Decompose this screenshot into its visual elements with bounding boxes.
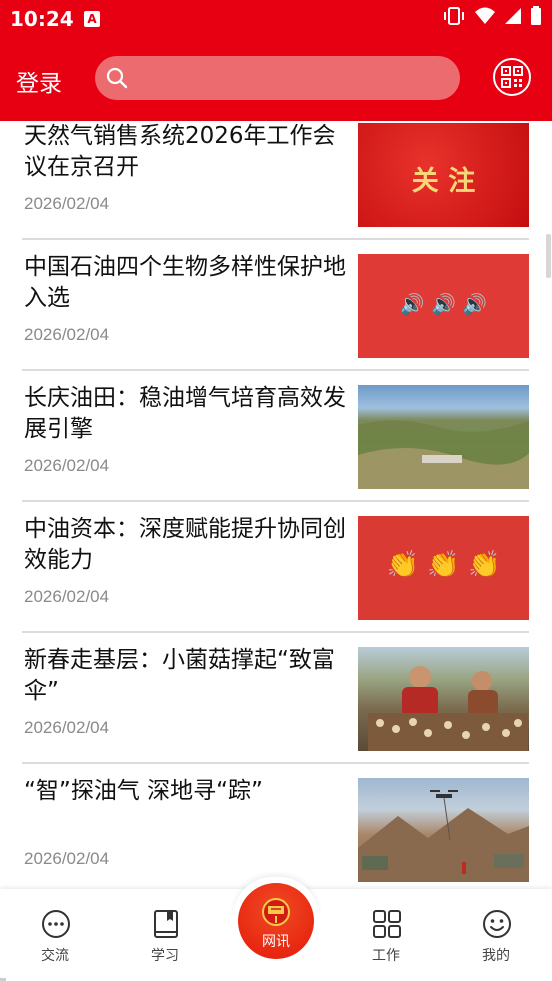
news-date: 2026/02/04 (24, 718, 110, 737)
news-item[interactable]: “智”探油气 深地寻“踪” 2026/02/04 (22, 764, 529, 889)
search-input[interactable] (95, 56, 460, 100)
tab-label: 工作 (372, 948, 400, 964)
news-date: 2026/02/04 (24, 325, 110, 344)
signal-icon (505, 8, 521, 24)
news-date: 2026/02/04 (24, 587, 110, 606)
news-date: 2026/02/04 (24, 849, 110, 868)
tab-study[interactable]: 学习 (125, 889, 205, 981)
news-title: 中国石油四个生物多样性保护地入选 (24, 254, 346, 311)
news-title: 中油资本：深度赋能提升协同创效能力 (24, 516, 346, 573)
news-item[interactable]: 中油资本：深度赋能提升协同创效能力 2026/02/04 👏 👏 👏 (22, 502, 529, 633)
news-title: “智”探油气 深地寻“踪” (24, 778, 263, 804)
oilfield-landscape-image (358, 420, 529, 489)
list-scrollbar[interactable] (546, 234, 551, 278)
status-bar: 10:24 A (0, 0, 552, 40)
thumbnail-caption: 关 注 (411, 166, 476, 197)
app-header: 登录 (0, 40, 552, 121)
system-icons (442, 6, 542, 26)
search-icon (106, 67, 128, 89)
news-thumbnail (358, 385, 529, 489)
megaphone-icons: 🔊 🔊 🔊 (399, 292, 488, 316)
news-title: 新春走基层：小菌菇撑起“致富伞” (24, 647, 335, 704)
news-thumbnail: 🔊 🔊 🔊 (358, 254, 529, 358)
wifi-icon (475, 7, 495, 24)
qr-code-icon (501, 66, 523, 88)
drone-survey-photo (358, 790, 529, 882)
news-title: 长庆油田：稳油增气培育高效发展引擎 (24, 385, 346, 442)
news-thumbnail (358, 778, 529, 882)
book-icon (154, 910, 178, 938)
news-item[interactable]: 天然气销售系统2026年工作会议在京召开 2026/02/04 关 注 (22, 121, 529, 240)
news-item[interactable]: 中国石油四个生物多样性保护地入选 2026/02/04 🔊 🔊 🔊 (22, 240, 529, 371)
news-item[interactable]: 新春走基层：小菌菇撑起“致富伞” 2026/02/04 (22, 633, 529, 764)
news-thumbnail: 👏 👏 👏 (358, 516, 529, 620)
tab-label: 交流 (41, 948, 69, 964)
league-emblem-icon (262, 898, 290, 926)
tab-news-center-button[interactable]: 网讯 (238, 883, 314, 959)
notification-app-icon: A (84, 11, 100, 27)
vibrate-icon (444, 7, 464, 25)
tab-work[interactable]: 工作 (346, 889, 426, 981)
status-time: 10:24 (10, 7, 74, 31)
grid-icon (373, 910, 401, 938)
news-date: 2026/02/04 (24, 456, 110, 475)
clapping-hands-icons: 👏 👏 👏 (386, 550, 501, 580)
login-button[interactable]: 登录 (16, 64, 62, 98)
chat-icon (42, 910, 70, 938)
smiley-icon (483, 910, 511, 938)
news-thumbnail (358, 647, 529, 751)
news-thumbnail: 关 注 (358, 123, 529, 227)
tab-chat[interactable]: 交流 (15, 889, 95, 981)
news-item[interactable]: 长庆油田：稳油增气培育高效发展引擎 2026/02/04 (22, 371, 529, 502)
news-title: 天然气销售系统2026年工作会议在京召开 (24, 123, 336, 180)
tab-label: 我的 (482, 948, 510, 964)
tab-label: 网讯 (262, 934, 290, 950)
qr-scan-button[interactable] (493, 58, 531, 96)
tab-me[interactable]: 我的 (456, 889, 536, 981)
tab-label: 学习 (151, 948, 179, 964)
news-list[interactable]: 天然气销售系统2026年工作会议在京召开 2026/02/04 关 注 中国石油… (0, 121, 552, 889)
mushroom-harvest-photo (368, 666, 528, 751)
battery-icon (531, 6, 541, 25)
news-date: 2026/02/04 (24, 194, 110, 213)
